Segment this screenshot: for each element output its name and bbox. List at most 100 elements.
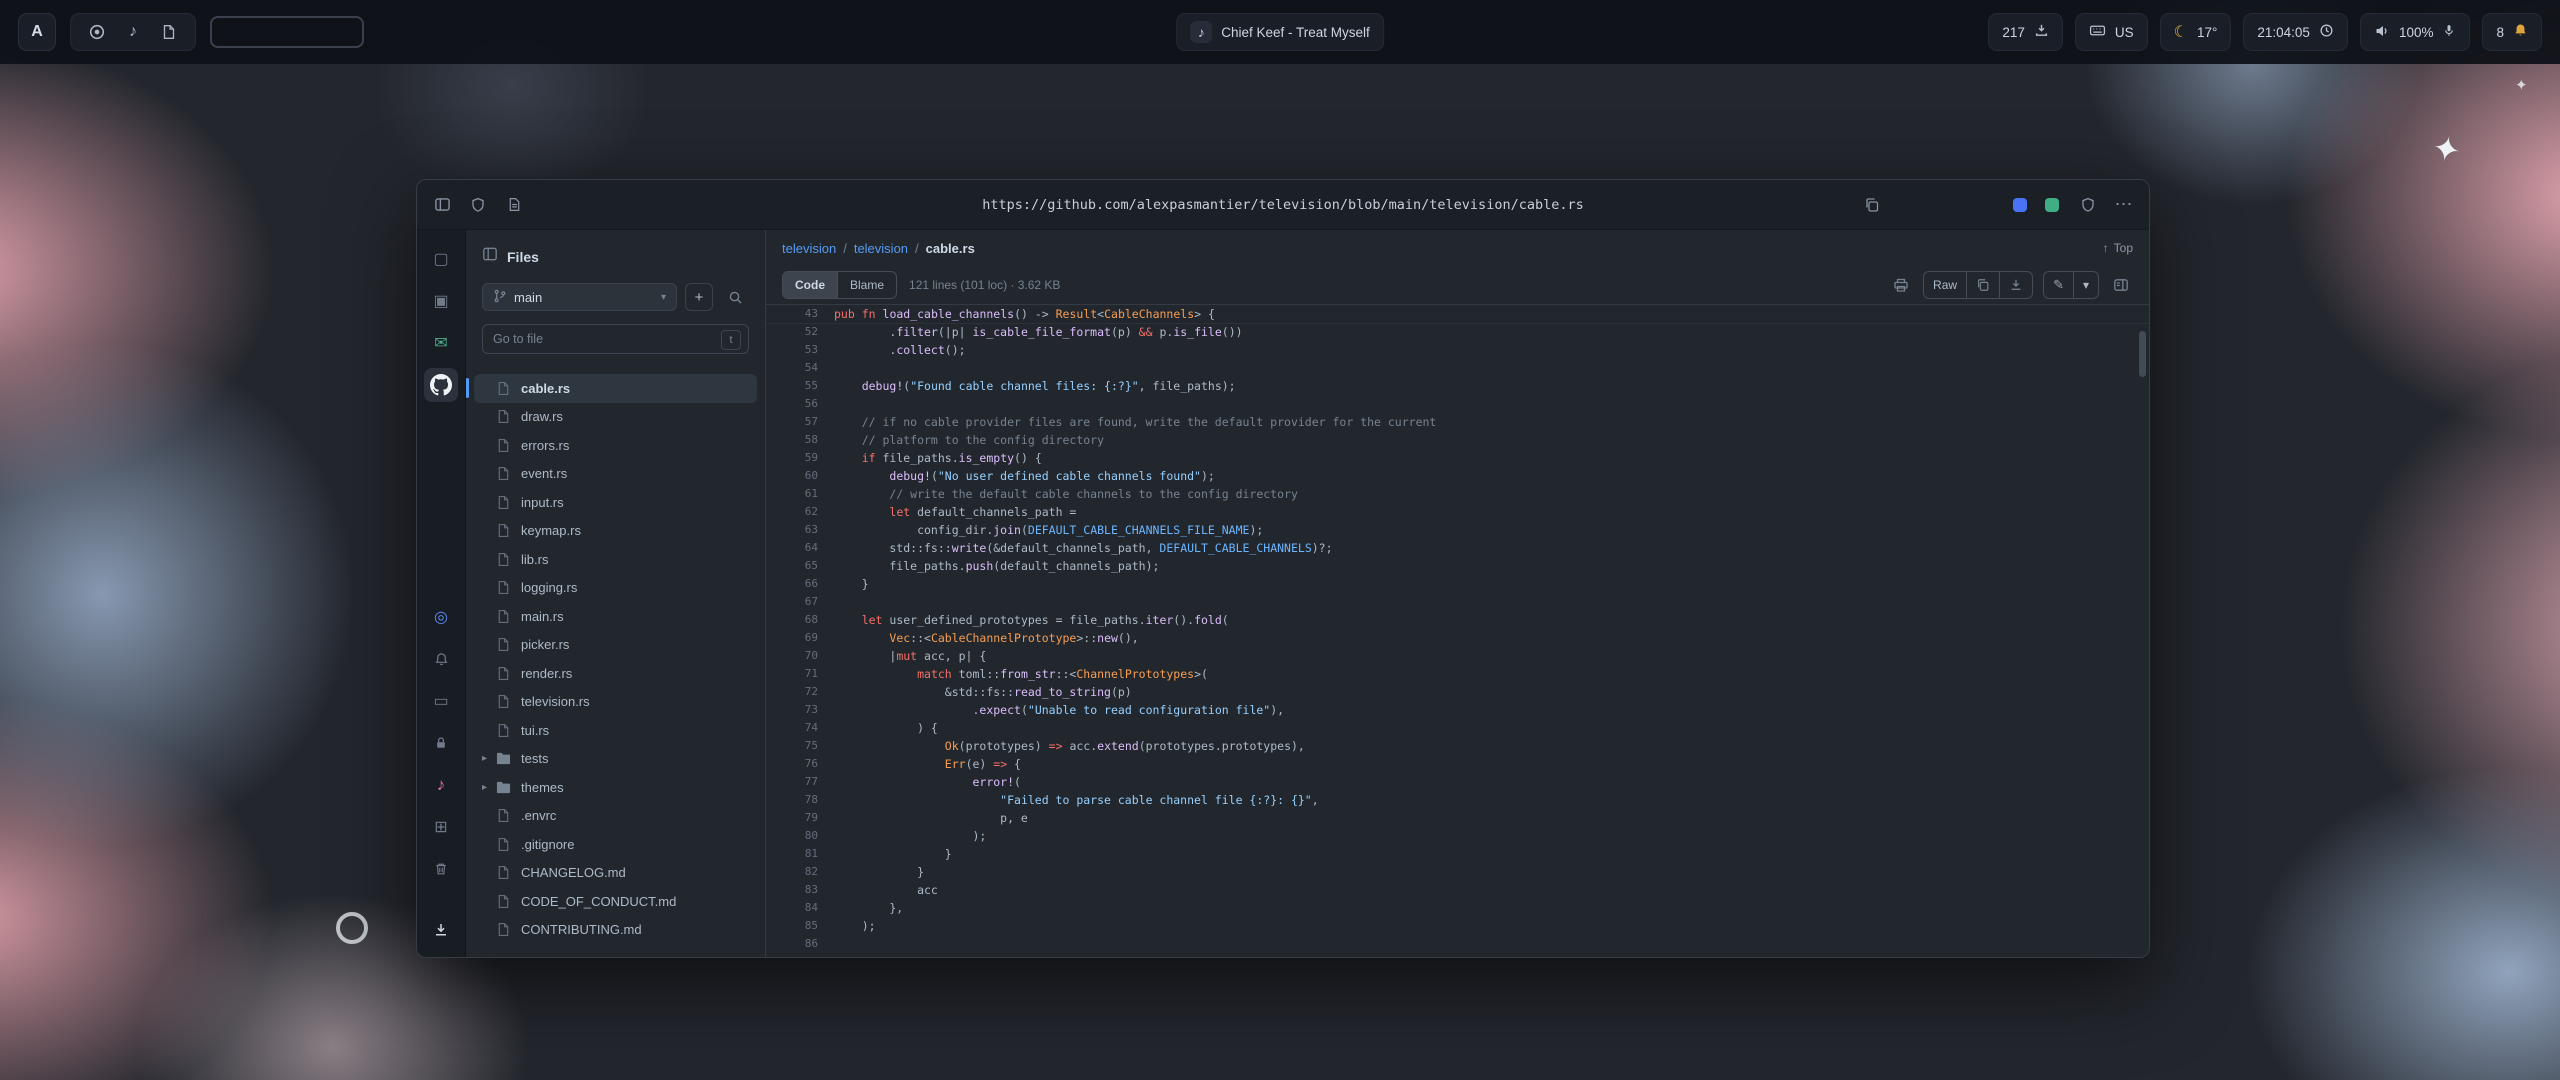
reader-icon[interactable] [503, 194, 525, 216]
line-number[interactable]: 74 [766, 719, 818, 737]
line-number[interactable]: 83 [766, 881, 818, 899]
tree-item-errors-rs[interactable]: errors.rs [474, 431, 757, 460]
updates-widget[interactable]: 217 [1988, 13, 2063, 51]
print-icon[interactable] [1889, 273, 1913, 297]
panel-icon[interactable] [482, 246, 498, 267]
launcher-button[interactable]: A [18, 13, 56, 51]
panels-tab-icon[interactable]: ▢ [424, 242, 458, 276]
clock-widget[interactable]: 21:04:05 [2243, 13, 2348, 51]
line-number[interactable]: 55 [766, 377, 818, 395]
copy-icon[interactable] [1966, 272, 1999, 298]
github-tab-icon[interactable] [424, 368, 458, 402]
add-file-button[interactable]: + [685, 283, 713, 311]
line-number[interactable]: 79 [766, 809, 818, 827]
line-number[interactable]: 63 [766, 521, 818, 539]
line-number[interactable]: 66 [766, 575, 818, 593]
tree-item-picker-rs[interactable]: picker.rs [474, 631, 757, 660]
symbols-panel-icon[interactable] [2109, 273, 2133, 297]
tree-item-television-rs[interactable]: television.rs [474, 688, 757, 717]
music-tab-icon[interactable]: ♪ [424, 768, 458, 802]
download-icon[interactable] [1999, 272, 2032, 298]
tree-item-tests[interactable]: ▸tests [474, 745, 757, 774]
media-widget[interactable]: ♪ Chief Keef - Treat Myself [1176, 13, 1384, 51]
line-number[interactable]: 80 [766, 827, 818, 845]
weather-widget[interactable]: ☾ 17° [2160, 13, 2232, 51]
line-number[interactable]: 77 [766, 773, 818, 791]
card-tab-icon[interactable]: ▭ [424, 684, 458, 718]
line-number[interactable]: 86 [766, 935, 818, 953]
scrollbar-thumb[interactable] [2139, 331, 2146, 377]
chevron-right-icon[interactable]: ▸ [482, 753, 496, 764]
tree-item-gitignore[interactable]: .gitignore [474, 830, 757, 859]
tree-item-lib-rs[interactable]: lib.rs [474, 545, 757, 574]
chevron-right-icon[interactable]: ▸ [482, 782, 496, 793]
menu-icon[interactable]: ⋯ [2113, 194, 2135, 216]
line-number[interactable]: 57 [766, 413, 818, 431]
line-number[interactable]: 61 [766, 485, 818, 503]
line-number[interactable]: 85 [766, 917, 818, 935]
line-number[interactable]: 65 [766, 557, 818, 575]
edit-dropdown-icon[interactable]: ▾ [2073, 272, 2098, 298]
trash-tab-icon[interactable] [424, 852, 458, 886]
line-number[interactable]: 76 [766, 755, 818, 773]
sidebar-toggle-icon[interactable] [431, 194, 453, 216]
music-note-icon[interactable]: ♪ [123, 22, 143, 42]
copy-page-icon[interactable] [1861, 194, 1883, 216]
line-number[interactable]: 81 [766, 845, 818, 863]
taskbar-window-slot[interactable] [210, 16, 364, 48]
line-number[interactable]: 75 [766, 737, 818, 755]
line-number[interactable]: 52 [766, 323, 818, 341]
line-number[interactable]: 68 [766, 611, 818, 629]
tree-item-tui-rs[interactable]: tui.rs [474, 716, 757, 745]
line-number[interactable]: 54 [766, 359, 818, 377]
tree-item-keymap-rs[interactable]: keymap.rs [474, 517, 757, 546]
extension-icon[interactable] [2013, 198, 2027, 212]
document-icon[interactable] [159, 22, 179, 42]
line-number[interactable]: 69 [766, 629, 818, 647]
tree-item-event-rs[interactable]: event.rs [474, 460, 757, 489]
shield-icon[interactable] [467, 194, 489, 216]
downloads-icon[interactable] [424, 913, 458, 947]
tab-code[interactable]: Code [783, 272, 837, 298]
tree-item-cable-rs[interactable]: cable.rs [474, 374, 757, 403]
search-icon[interactable] [721, 283, 749, 311]
line-number[interactable]: 59 [766, 449, 818, 467]
line-number[interactable]: 84 [766, 899, 818, 917]
line-number[interactable]: 82 [766, 863, 818, 881]
breadcrumb-dir[interactable]: television [854, 241, 908, 256]
line-number[interactable]: 43 [766, 305, 818, 323]
line-number[interactable]: 73 [766, 701, 818, 719]
tab-blame[interactable]: Blame [837, 272, 896, 298]
raw-button[interactable]: Raw [1924, 272, 1966, 298]
tree-item-main-rs[interactable]: main.rs [474, 602, 757, 631]
keyboard-layout-widget[interactable]: US [2075, 13, 2148, 51]
tree-item-logging-rs[interactable]: logging.rs [474, 574, 757, 603]
tree-item-draw-rs[interactable]: draw.rs [474, 403, 757, 432]
tree-item-render-rs[interactable]: render.rs [474, 659, 757, 688]
tree-item-changelog-md[interactable]: CHANGELOG.md [474, 859, 757, 888]
line-number[interactable]: 70 [766, 647, 818, 665]
mail-tab-icon[interactable]: ✉ [424, 326, 458, 360]
shield-icon[interactable] [2077, 194, 2099, 216]
line-number[interactable]: 78 [766, 791, 818, 809]
line-number[interactable]: 62 [766, 503, 818, 521]
line-number[interactable]: 64 [766, 539, 818, 557]
tree-item-code-of-conduct-md[interactable]: CODE_OF_CONDUCT.md [474, 887, 757, 916]
compass-tab-icon[interactable]: ◎ [424, 600, 458, 634]
tree-item-contributing-md[interactable]: CONTRIBUTING.md [474, 916, 757, 945]
line-number[interactable]: 72 [766, 683, 818, 701]
line-number[interactable]: 67 [766, 593, 818, 611]
line-number[interactable]: 60 [766, 467, 818, 485]
line-number[interactable]: 56 [766, 395, 818, 413]
extension-icon[interactable] [2045, 198, 2059, 212]
tree-item-envrc[interactable]: .envrc [474, 802, 757, 831]
branch-selector[interactable]: main ▾ [482, 283, 677, 311]
line-number[interactable]: 58 [766, 431, 818, 449]
notifications-widget[interactable]: 8 [2482, 13, 2542, 51]
disc-icon[interactable] [87, 22, 107, 42]
line-number[interactable]: 71 [766, 665, 818, 683]
grid-tab-icon[interactable]: ⊞ [424, 810, 458, 844]
back-to-top-link[interactable]: ↑ Top [2103, 241, 2133, 255]
edit-icon[interactable]: ✎ [2044, 272, 2073, 298]
volume-widget[interactable]: 100% [2360, 13, 2471, 51]
